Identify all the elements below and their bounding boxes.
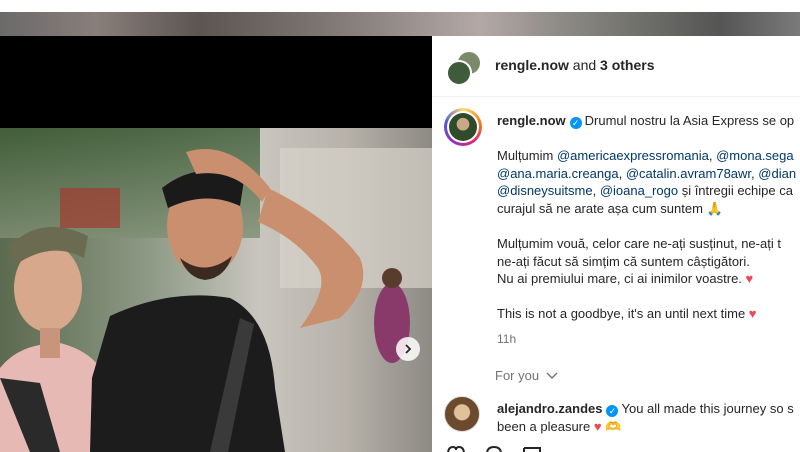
avatar xyxy=(449,113,477,141)
avatar xyxy=(446,60,472,86)
caption-text: Mulțumim vouă, celor care ne-ați susținu… xyxy=(497,236,781,251)
caption-mentions-line: @disneysuitsme, @ioana_rogo și întregii … xyxy=(497,183,793,198)
action-bar xyxy=(446,446,542,452)
post-header: rengle.now and 3 others xyxy=(432,36,800,97)
caption-line: ne-ați făcut să simțim că suntem câștigă… xyxy=(497,253,750,271)
caption-text: curajul să ne arate așa cum suntem xyxy=(497,200,703,216)
post-photo xyxy=(0,128,432,452)
comment-line: alejandro.zandes ✓ You all made this journ… xyxy=(497,400,794,418)
caption-text: Nu ai premiului mare, ci ai inimilor voa… xyxy=(497,271,742,286)
for-you-label: For you xyxy=(495,368,540,383)
mention-link[interactable]: @catalin.avram78awr xyxy=(626,166,751,181)
caption-line: Nu ai premiului mare, ci ai inimilor voa… xyxy=(497,270,753,288)
for-you-toggle[interactable]: For you xyxy=(495,368,558,383)
caption-thanks-prefix: Mulțumim xyxy=(497,148,557,163)
mention-link[interactable]: @disneysuitsme xyxy=(497,183,593,198)
caption-thanks-line: Mulțumim @americaexpressromania, @mona.s… xyxy=(497,148,794,163)
heart-emoji: ♥ xyxy=(748,306,757,321)
praying-hands-emoji: 🙏 xyxy=(706,200,723,216)
caption-line1: Drumul nostru la Asia Express se op xyxy=(584,113,795,128)
collaborators-avatar-stack[interactable] xyxy=(446,50,482,86)
mention-link[interactable]: @ana.maria.creanga xyxy=(497,166,619,181)
mention-link[interactable]: @americaexpressromania xyxy=(557,148,709,163)
like-icon[interactable] xyxy=(446,446,466,452)
caption-line: curajul să ne arate așa cum suntem 🙏 xyxy=(497,200,723,218)
post-media-panel[interactable] xyxy=(0,36,432,452)
heart-emoji: ♥ xyxy=(745,271,754,286)
chevron-down-icon xyxy=(546,372,558,379)
verified-badge-icon: ✓ xyxy=(569,117,582,129)
chevron-right-icon xyxy=(405,344,412,354)
commenter-username-link[interactable]: alejandro.zandes xyxy=(497,401,602,416)
caption-text: This is not a goodbye, it's an until nex… xyxy=(497,306,746,321)
others-link[interactable]: 3 others xyxy=(600,57,654,73)
post-details-panel: rengle.now and 3 others rengle.now ✓ Drumu… xyxy=(432,36,800,452)
comment-line: been a pleasure ♥ 🫶 xyxy=(497,418,621,436)
authors-and-text: and xyxy=(568,57,601,73)
post-timestamp[interactable]: 11h xyxy=(497,332,516,346)
background-feed-strip xyxy=(0,0,800,36)
caption-line: Mulțumim vouă, celor care ne-ați susținu… xyxy=(497,235,781,253)
mention-link[interactable]: @dian xyxy=(758,166,796,181)
caption-text: și întregii echipe ca xyxy=(678,183,793,198)
caption-first-line: rengle.now ✓ Drumul nostru la Asia Express… xyxy=(497,112,794,130)
author-username-link[interactable]: rengle.now xyxy=(495,57,569,73)
commenter-avatar[interactable] xyxy=(444,396,480,432)
background-feed-blur xyxy=(0,12,800,36)
caption-text: ne-ați făcut să simțim că suntem câștigă… xyxy=(497,253,750,269)
comment-text: been a pleasure xyxy=(497,418,591,434)
verified-badge-icon: ✓ xyxy=(606,405,619,417)
heart-emoji: ♥ xyxy=(593,418,602,434)
mention-link[interactable]: @mona.sega xyxy=(716,148,794,163)
comment-text: You all made this journey so s xyxy=(621,401,794,416)
comment-icon[interactable] xyxy=(484,446,504,452)
post-authors: rengle.now and 3 others xyxy=(495,57,655,73)
caption-username-link[interactable]: rengle.now xyxy=(497,113,566,128)
next-media-button[interactable] xyxy=(396,337,420,361)
share-icon[interactable] xyxy=(522,446,542,452)
caption-author-avatar[interactable] xyxy=(444,108,482,146)
mention-link[interactable]: @ioana_rogo xyxy=(600,183,678,198)
caption-line: This is not a goodbye, it's an until nex… xyxy=(497,305,757,323)
caption-mentions-line: @ana.maria.creanga, @catalin.avram78awr,… xyxy=(497,165,797,181)
heart-hands-emoji: 🫶 xyxy=(605,418,622,434)
